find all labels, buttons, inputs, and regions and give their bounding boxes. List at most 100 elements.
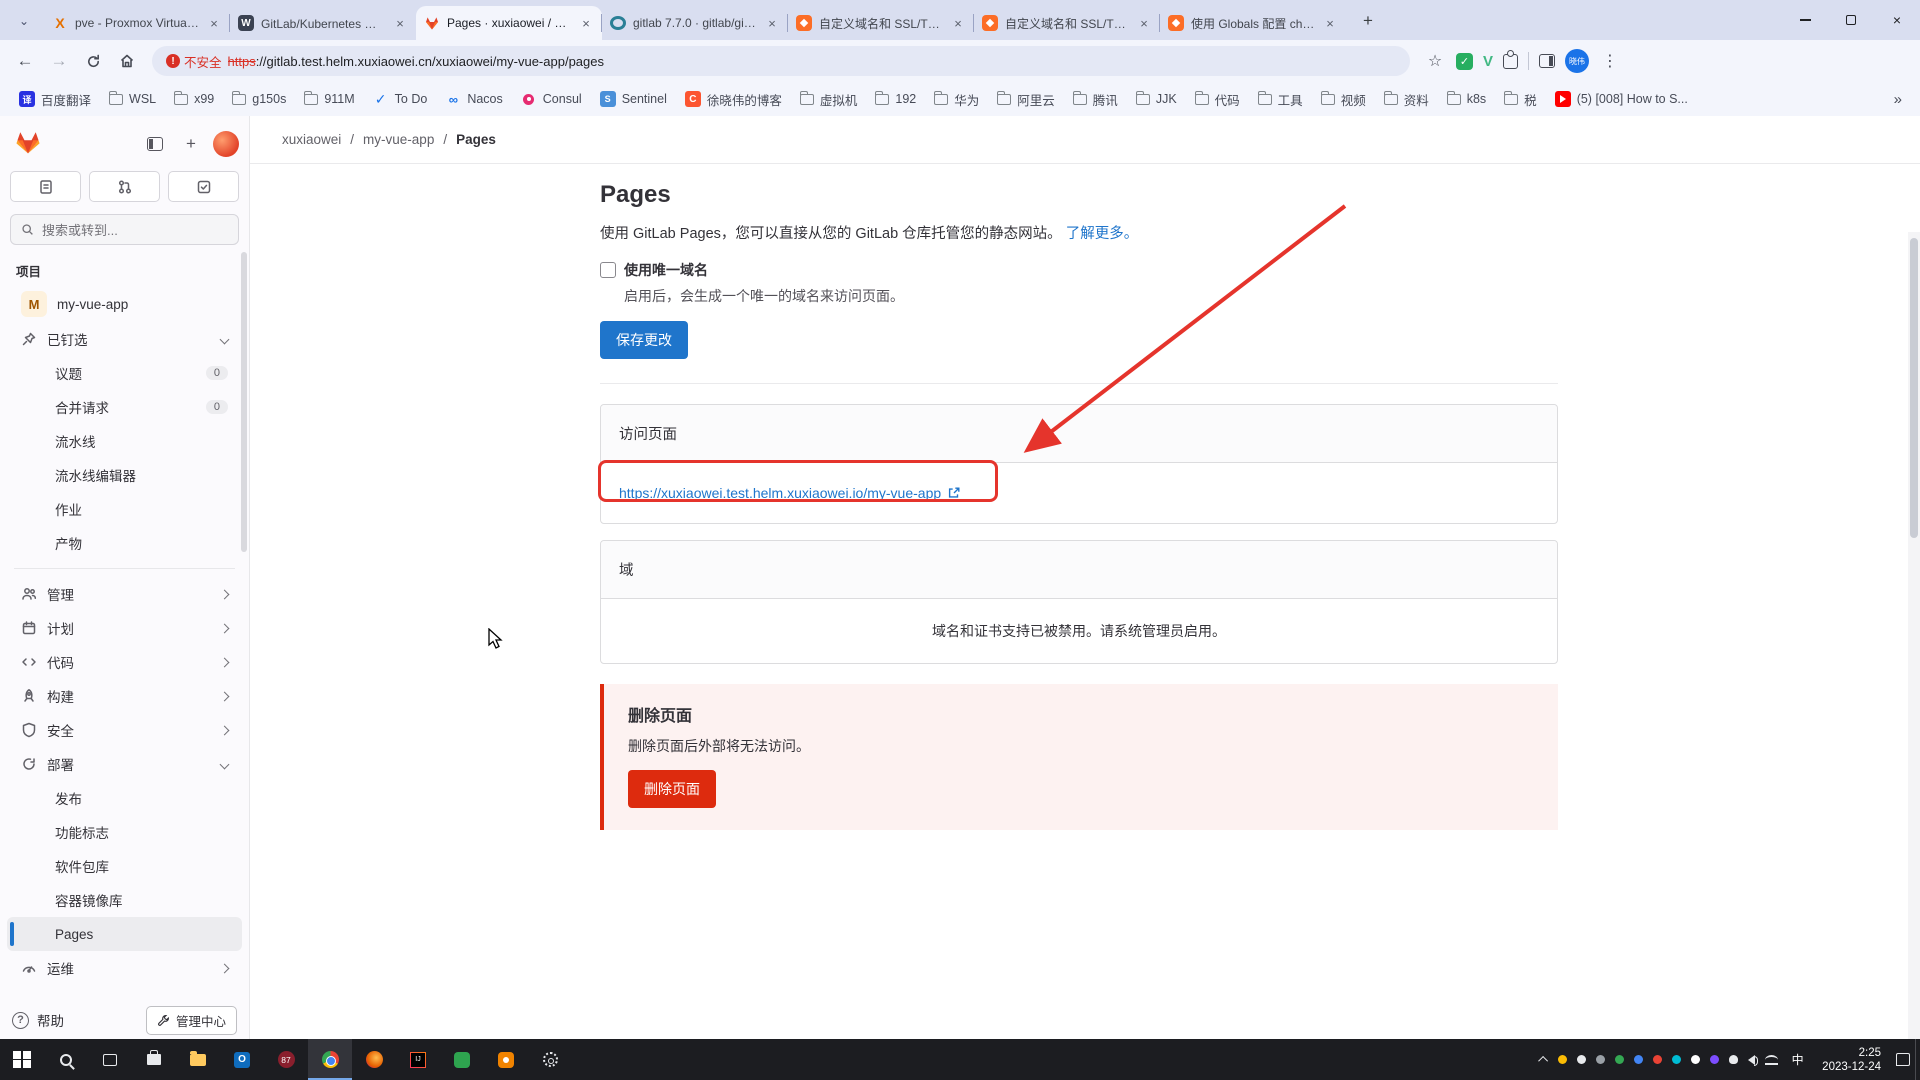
issues-shortcut-button[interactable]: [10, 171, 81, 202]
adblock-extension-icon[interactable]: ✓: [1456, 52, 1473, 70]
learn-more-link[interactable]: 了解更多。: [1066, 226, 1139, 242]
bookmark-folder[interactable]: 腾讯: [1066, 86, 1125, 113]
bookmark-folder[interactable]: g150s: [225, 88, 293, 110]
sidebar-item-releases[interactable]: 发布: [7, 781, 242, 815]
breadcrumb-group-link[interactable]: xuxiaowei: [282, 132, 341, 147]
file-explorer-icon[interactable]: [176, 1039, 220, 1080]
bookmark-folder[interactable]: 911M: [297, 88, 361, 110]
bookmark-item[interactable]: ∞ Nacos: [438, 87, 509, 111]
settings-gear-icon[interactable]: [528, 1039, 572, 1080]
tab-close-icon[interactable]: ×: [950, 15, 966, 31]
tab-gitlab-pages-active[interactable]: Pages · xuxiaowei / my-vue-a ×: [416, 6, 602, 40]
sidebar-item-operate[interactable]: 运维: [7, 951, 242, 985]
sidebar-item-issues[interactable]: 议题 0: [7, 356, 242, 390]
bookmark-folder[interactable]: k8s: [1440, 88, 1493, 110]
tray-icon[interactable]: [1610, 1039, 1629, 1080]
bookmark-item[interactable]: Consul: [514, 87, 589, 111]
forward-button[interactable]: →: [44, 46, 74, 76]
save-changes-button[interactable]: 保存更改: [600, 321, 688, 359]
tray-icon[interactable]: [1667, 1039, 1686, 1080]
taskbar-search-icon[interactable]: [44, 1039, 88, 1080]
hidden-icons-chevron[interactable]: [1536, 1039, 1553, 1080]
green-app-icon[interactable]: [440, 1039, 484, 1080]
tab-gitlab-repo[interactable]: gitlab 7.7.0 · gitlab/gitlab ×: [601, 6, 788, 40]
sidebar-item-deploy[interactable]: 部署: [7, 747, 242, 781]
task-view-icon[interactable]: [88, 1039, 132, 1080]
user-avatar[interactable]: [213, 130, 239, 157]
sidebar-item-build[interactable]: 构建: [7, 679, 242, 713]
bookmark-item[interactable]: (5) [008] How to S...: [1548, 87, 1695, 111]
sidebar-toggle-icon[interactable]: [141, 130, 169, 158]
browser-profile-avatar[interactable]: 晓伟: [1565, 49, 1590, 73]
pages-site-link[interactable]: https://xuxiaowei.test.helm.xuxiaowei.io…: [619, 485, 961, 501]
bookmarks-overflow-chevron[interactable]: »: [1894, 91, 1908, 108]
sidebar-item-pages[interactable]: Pages: [7, 917, 242, 951]
bookmark-folder[interactable]: 视频: [1314, 86, 1373, 113]
tray-icon[interactable]: [1553, 1039, 1572, 1080]
tab-jh-docs-2[interactable]: 自定义域名和 SSL/TLS 证书 | 极 ×: [973, 6, 1160, 40]
bookmark-item[interactable]: ✓ To Do: [366, 87, 435, 111]
show-desktop-button[interactable]: [1915, 1039, 1920, 1080]
sidebar-item-secure[interactable]: 安全: [7, 713, 242, 747]
tab-proxmox[interactable]: X pve - Proxmox Virtual Enviro ×: [44, 6, 230, 40]
side-panel-icon[interactable]: [1539, 54, 1556, 68]
sidebar-item-jobs[interactable]: 作业: [7, 492, 242, 526]
browser-menu-icon[interactable]: ⋮: [1599, 50, 1621, 72]
tray-icon[interactable]: [1686, 1039, 1705, 1080]
tab-jh-docs-3[interactable]: 使用 Globals 配置 chart | 极狐 ×: [1159, 6, 1346, 40]
sidebar-item-pipeline-editor[interactable]: 流水线编辑器: [7, 458, 242, 492]
monitor-badge-icon[interactable]: 87: [264, 1039, 308, 1080]
network-icon[interactable]: [1760, 1039, 1783, 1080]
sidebar-item-plan[interactable]: 计划: [7, 611, 242, 645]
tab-jh-docs-1[interactable]: 自定义域名和 SSL/TLS 证书 | 极 ×: [787, 6, 974, 40]
start-button[interactable]: [0, 1039, 44, 1080]
bookmark-folder[interactable]: JJK: [1129, 88, 1184, 110]
window-close-button[interactable]: ×: [1874, 0, 1920, 40]
bookmark-folder[interactable]: 华为: [927, 86, 986, 113]
volume-icon[interactable]: [1743, 1039, 1760, 1080]
sidebar-item-artifacts[interactable]: 产物: [7, 526, 242, 560]
address-bar[interactable]: ! 不安全 https://gitlab.test.helm.xuxiaowei…: [152, 46, 1410, 76]
bookmark-item[interactable]: 译百度翻译: [12, 86, 98, 113]
back-button[interactable]: ←: [10, 46, 40, 76]
bookmark-folder[interactable]: 工具: [1251, 86, 1310, 113]
bookmark-folder[interactable]: 代码: [1188, 86, 1247, 113]
bookmark-item[interactable]: S Sentinel: [593, 87, 674, 111]
merge-requests-shortcut-button[interactable]: [89, 171, 160, 202]
tab-close-icon[interactable]: ×: [764, 15, 780, 31]
sidebar-item-feature-flags[interactable]: 功能标志: [7, 815, 242, 849]
tray-icon[interactable]: [1648, 1039, 1667, 1080]
sidebar-item-pinned[interactable]: 已钉选: [7, 322, 242, 356]
tab-close-icon[interactable]: ×: [578, 15, 594, 31]
sidebar-item-package-registry[interactable]: 软件包库: [7, 849, 242, 883]
home-button[interactable]: [112, 46, 142, 76]
create-new-button[interactable]: +: [177, 130, 205, 158]
ime-indicator[interactable]: 中: [1783, 1039, 1812, 1080]
sidebar-scrollbar[interactable]: [241, 252, 247, 552]
gitlab-logo[interactable]: [14, 128, 42, 159]
onedrive-cloud-icon[interactable]: [1724, 1039, 1743, 1080]
tab-wiki[interactable]: W GitLab/Kubernetes 知识库 ×: [229, 6, 416, 40]
tab-close-icon[interactable]: ×: [206, 15, 222, 31]
help-link[interactable]: 帮助: [37, 1010, 64, 1030]
sidebar-item-pipelines[interactable]: 流水线: [7, 424, 242, 458]
tray-icon[interactable]: [1591, 1039, 1610, 1080]
bookmark-folder[interactable]: 阿里云: [990, 86, 1062, 113]
firefox-taskbar-icon[interactable]: [352, 1039, 396, 1080]
page-scrollbar[interactable]: [1908, 232, 1920, 1080]
action-center-icon[interactable]: [1891, 1039, 1915, 1080]
tray-icon[interactable]: [1572, 1039, 1591, 1080]
bookmark-folder[interactable]: 192: [868, 88, 923, 110]
outlook-icon[interactable]: O: [220, 1039, 264, 1080]
chrome-taskbar-icon[interactable]: [308, 1039, 352, 1080]
window-maximize-button[interactable]: [1828, 0, 1874, 40]
bookmark-folder[interactable]: 资料: [1377, 86, 1436, 113]
window-minimize-button[interactable]: [1782, 0, 1828, 40]
remove-pages-button[interactable]: 删除页面: [628, 770, 716, 808]
tab-close-icon[interactable]: ×: [392, 15, 408, 31]
microsoft-store-icon[interactable]: [132, 1039, 176, 1080]
todo-shortcut-button[interactable]: [168, 171, 239, 202]
taskbar-clock[interactable]: 2:25 2023-12-24: [1812, 1046, 1891, 1074]
bookmark-folder[interactable]: x99: [167, 88, 221, 110]
tray-icon[interactable]: [1629, 1039, 1648, 1080]
